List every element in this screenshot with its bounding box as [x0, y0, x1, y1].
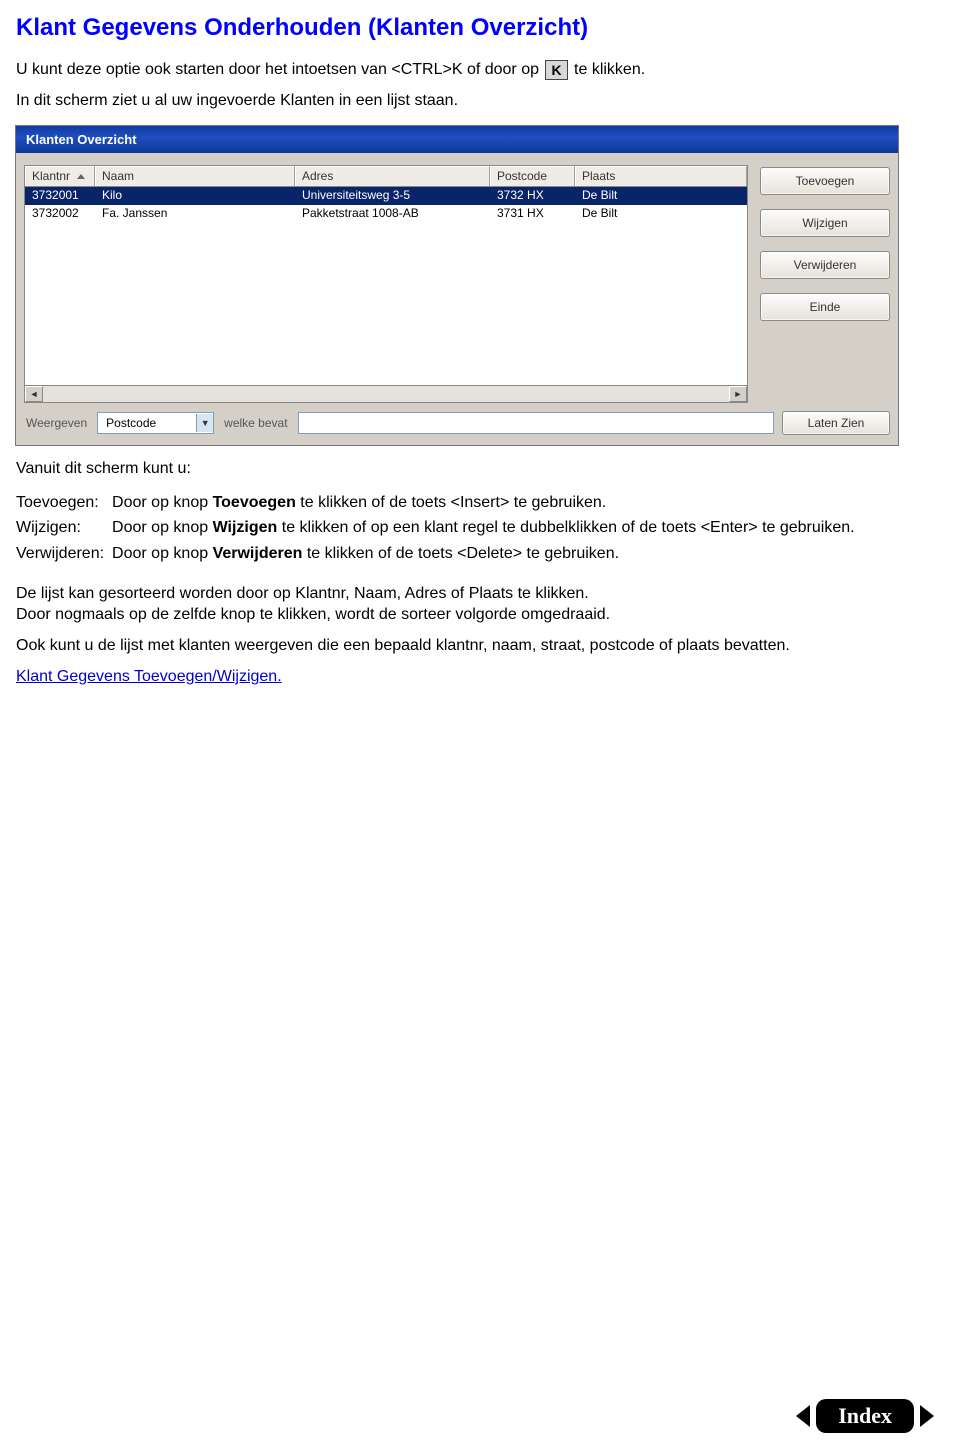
- cell-klantnr: 3732001: [25, 187, 95, 205]
- cell-postcode: 3731 HX: [490, 205, 575, 223]
- column-header-label: Klantnr: [32, 169, 70, 183]
- cell-postcode: 3732 HX: [490, 187, 575, 205]
- action-pre: Door op knop: [112, 519, 213, 536]
- action-term: Toevoegen:: [16, 492, 112, 518]
- nav-next-icon[interactable]: [920, 1405, 934, 1427]
- action-desc: Door op knop Wijzigen te klikken of op e…: [112, 517, 863, 543]
- intro-pre: U kunt deze optie ook starten door het i…: [16, 61, 539, 78]
- scroll-right-icon[interactable]: ►: [729, 386, 747, 402]
- toevoegen-button[interactable]: Toevoegen: [760, 167, 890, 195]
- cell-adres: Universiteitsweg 3-5: [295, 187, 490, 205]
- action-definitions: Toevoegen: Door op knop Toevoegen te kli…: [16, 492, 863, 569]
- chevron-down-icon: ▼: [196, 414, 213, 432]
- action-post: te klikken of de toets <Delete> te gebru…: [302, 545, 619, 562]
- column-header-klantnr[interactable]: Klantnr: [25, 166, 95, 186]
- action-pre: Door op knop: [112, 494, 213, 511]
- action-bold: Verwijderen: [213, 545, 303, 562]
- verwijderen-button[interactable]: Verwijderen: [760, 251, 890, 279]
- weergeven-label: Weergeven: [24, 416, 89, 430]
- laten-zien-button[interactable]: Laten Zien: [782, 411, 890, 435]
- intro-line-1: U kunt deze optie ook starten door het i…: [16, 60, 944, 81]
- action-post: te klikken of de toets <Insert> te gebru…: [296, 494, 606, 511]
- page-title: Klant Gegevens Onderhouden (Klanten Over…: [16, 14, 944, 42]
- intro-post: te klikken.: [574, 61, 645, 78]
- einde-button[interactable]: Einde: [760, 293, 890, 321]
- intro-line-2: In dit scherm ziet u al uw ingevoerde Kl…: [16, 91, 944, 112]
- cell-naam: Fa. Janssen: [95, 205, 295, 223]
- wijzigen-button[interactable]: Wijzigen: [760, 209, 890, 237]
- horizontal-scrollbar[interactable]: ◄ ►: [24, 386, 748, 403]
- cell-naam: Kilo: [95, 187, 295, 205]
- action-bold: Wijzigen: [213, 519, 278, 536]
- window-titlebar: Klanten Overzicht: [16, 126, 898, 153]
- nav-prev-icon[interactable]: [796, 1405, 810, 1427]
- weergeven-select-value: Postcode: [98, 416, 196, 430]
- filter-paragraph: Ook kunt u de lijst met klanten weergeve…: [16, 636, 944, 657]
- klanten-list: Klantnr Naam Adres Postcode Plaats 37320…: [24, 165, 748, 403]
- column-header-adres[interactable]: Adres: [295, 166, 490, 186]
- column-header-postcode[interactable]: Postcode: [490, 166, 575, 186]
- footer-nav: Index: [796, 1399, 934, 1433]
- klanten-overzicht-window: Klanten Overzicht Klantnr Naam Adres Pos…: [16, 126, 898, 445]
- table-row[interactable]: 3732001 Kilo Universiteitsweg 3-5 3732 H…: [25, 187, 747, 205]
- cell-plaats: De Bilt: [575, 187, 747, 205]
- klant-toevoegen-wijzigen-link[interactable]: Klant Gegevens Toevoegen/Wijzigen.: [16, 668, 282, 685]
- column-header-plaats[interactable]: Plaats: [575, 166, 747, 186]
- action-post: te klikken of op een klant regel te dubb…: [277, 519, 854, 536]
- filter-input[interactable]: [298, 412, 774, 434]
- action-term: Wijzigen:: [16, 517, 112, 543]
- table-row[interactable]: 3732002 Fa. Janssen Pakketstraat 1008-AB…: [25, 205, 747, 223]
- welke-bevat-label: welke bevat: [222, 416, 289, 430]
- sort-paragraph-2: Door nogmaals op de zelfde knop te klikk…: [16, 605, 944, 626]
- action-pre: Door op knop: [112, 545, 213, 562]
- action-desc: Door op knop Verwijderen te klikken of d…: [112, 543, 863, 569]
- scroll-left-icon[interactable]: ◄: [25, 386, 43, 402]
- sort-asc-icon: [77, 174, 85, 179]
- index-button[interactable]: Index: [816, 1399, 914, 1433]
- action-bold: Toevoegen: [213, 494, 296, 511]
- action-term: Verwijderen:: [16, 543, 112, 569]
- action-desc: Door op knop Toevoegen te klikken of de …: [112, 492, 863, 518]
- weergeven-select[interactable]: Postcode ▼: [97, 412, 214, 434]
- cell-adres: Pakketstraat 1008-AB: [295, 205, 490, 223]
- cell-plaats: De Bilt: [575, 205, 747, 223]
- column-header-naam[interactable]: Naam: [95, 166, 295, 186]
- cell-klantnr: 3732002: [25, 205, 95, 223]
- sort-paragraph-1: De lijst kan gesorteerd worden door op K…: [16, 584, 944, 605]
- after-intro: Vanuit dit scherm kunt u:: [16, 459, 944, 480]
- k-shortcut-icon: K: [545, 60, 567, 80]
